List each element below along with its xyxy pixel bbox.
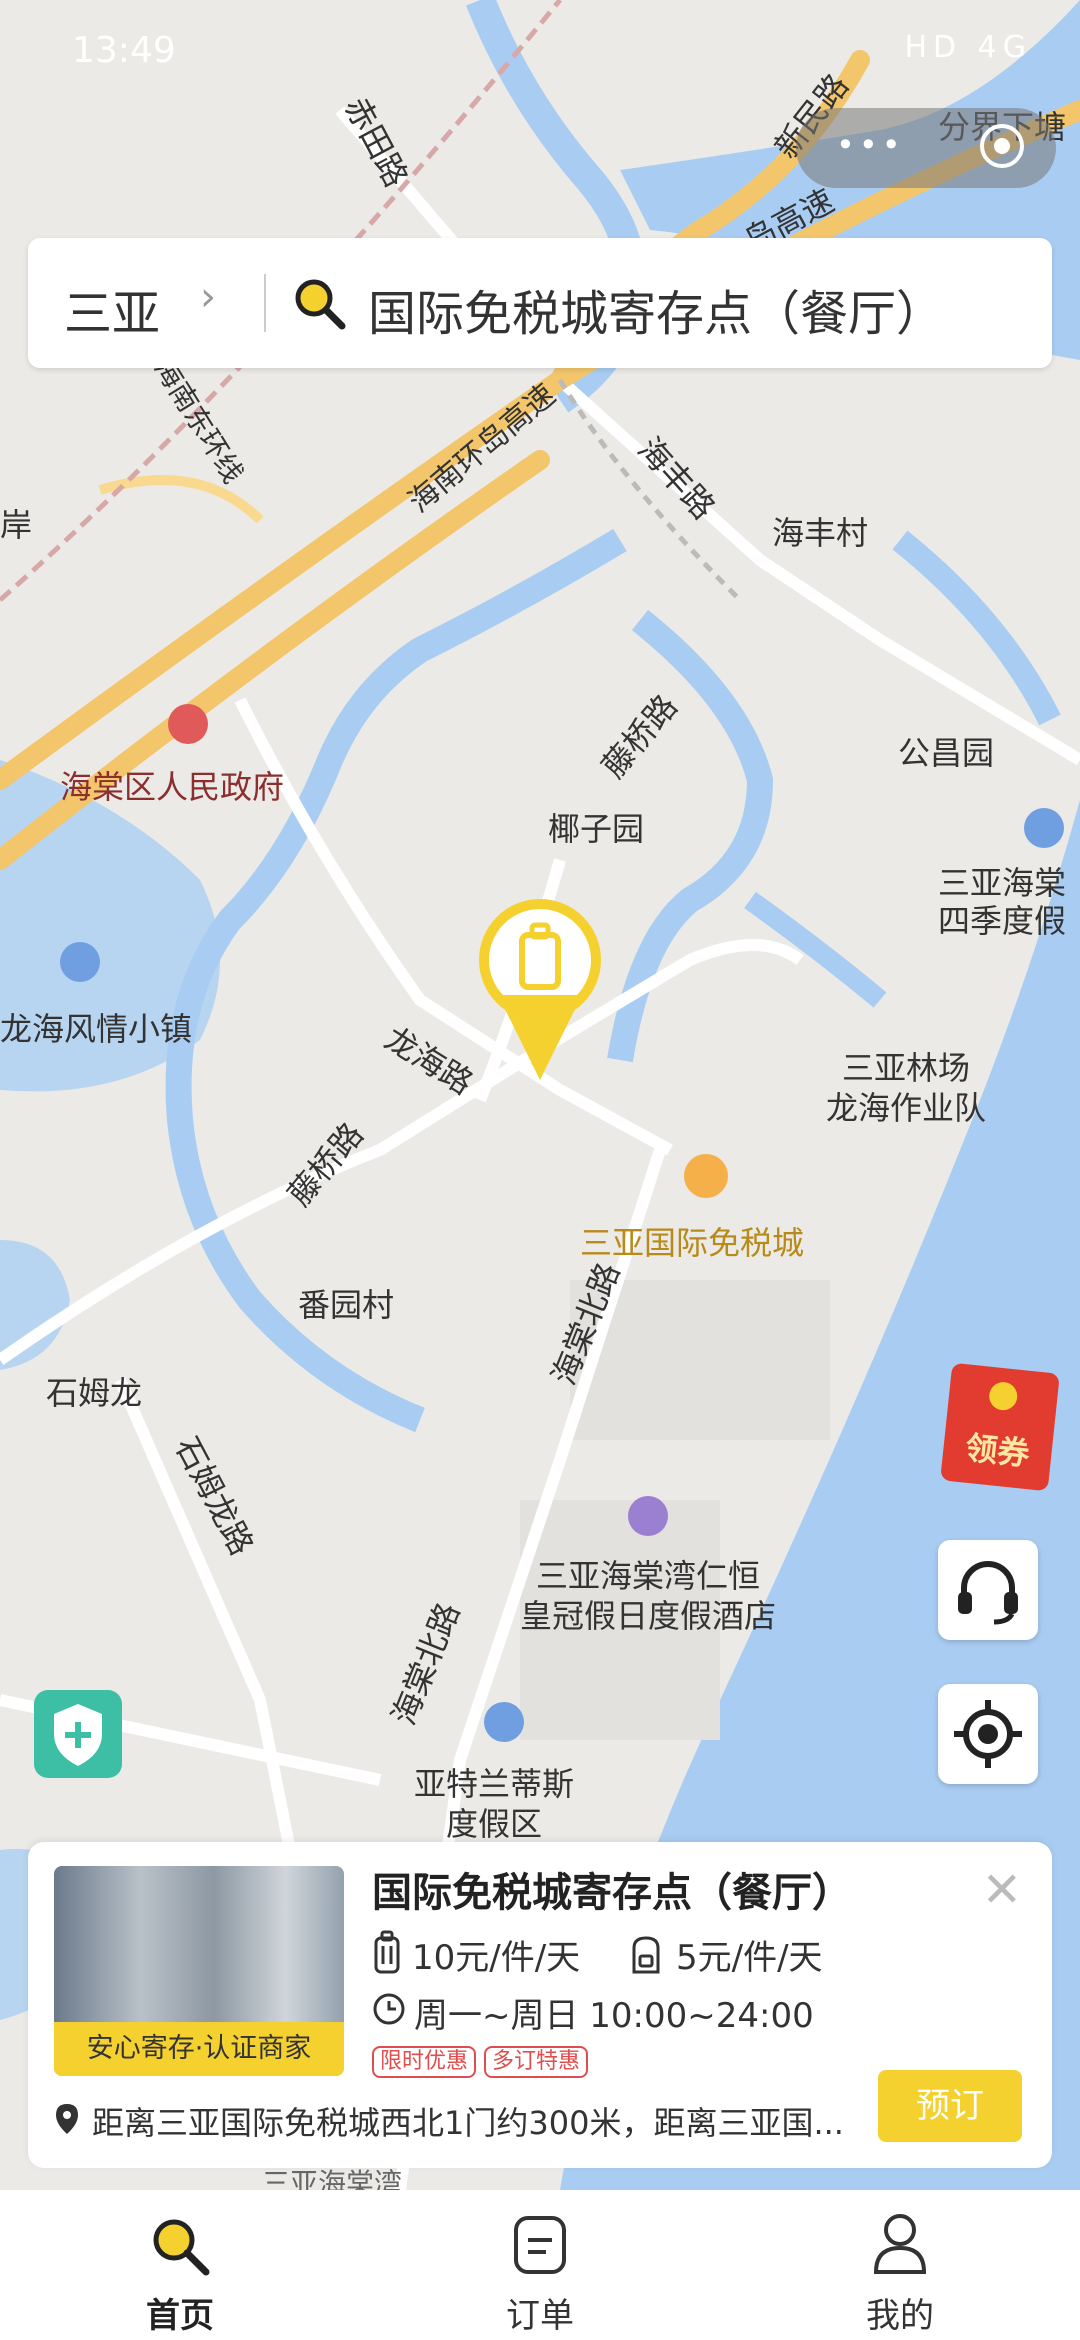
- town-poi-icon: [60, 942, 100, 982]
- search-divider: [264, 274, 266, 332]
- hotel-poi-icon: [628, 1496, 668, 1536]
- store-card[interactable]: 安心寄存·认证商家 国际免税城寄存点（餐厅） ✕ 10元/件/天 5元/件/天 …: [28, 1842, 1052, 2168]
- status-indicators: HD 4G: [904, 30, 1032, 65]
- label-an: 岸: [0, 506, 33, 544]
- tab-home[interactable]: 首页: [80, 2190, 280, 2340]
- locate-icon: [954, 1700, 1022, 1768]
- label-longhai-town: 龙海风情小镇: [0, 1010, 193, 1048]
- tab-mine[interactable]: 我的: [800, 2190, 1000, 2340]
- backpack-icon: [632, 1936, 660, 1974]
- chevron-right-icon[interactable]: ›: [200, 274, 216, 320]
- search-bar[interactable]: 三亚 › 国际免税城寄存点（餐厅）: [28, 238, 1052, 368]
- bottom-tab-bar: 首页 订单 我的: [0, 2190, 1080, 2340]
- tab-home-label: 首页: [146, 2296, 214, 2336]
- status-bar: 13:49 HD 4G: [0, 0, 1080, 100]
- safety-shield-button[interactable]: [34, 1690, 122, 1778]
- search-icon[interactable]: [290, 274, 350, 334]
- shopping-poi-icon: [684, 1154, 728, 1198]
- order-icon: [514, 2216, 566, 2274]
- price-bag: 5元/件/天: [676, 1938, 823, 1978]
- tag-multi-order: 多订特惠: [484, 2046, 589, 2078]
- label-fanyuan-village: 番园村: [298, 1286, 395, 1324]
- label-shimulong: 石姆龙: [46, 1374, 143, 1412]
- tab-orders[interactable]: 订单: [440, 2190, 640, 2340]
- headset-icon: [958, 1561, 1018, 1625]
- label-sanya-forest-team: 三亚林场 龙海作业队: [826, 1049, 987, 1127]
- locate-button[interactable]: [938, 1684, 1038, 1784]
- more-icon[interactable]: •••: [836, 126, 905, 164]
- label-four-seasons: 三亚海棠 四季度假: [938, 864, 1067, 940]
- coupon-label: 领券: [963, 1428, 1032, 1474]
- label-haitang-government: 海棠区人民政府: [60, 768, 285, 806]
- label-duty-free-city: 三亚国际免税城: [580, 1224, 805, 1262]
- search-icon: [153, 2219, 210, 2276]
- store-address: 距离三亚国际免税城西北1门约300米，距离三亚国...: [92, 2104, 844, 2142]
- tab-orders-label: 订单: [506, 2296, 574, 2336]
- status-time: 13:49: [72, 30, 176, 71]
- label-crowne-plaza: 三亚海棠湾仁恒 皇冠假日度假酒店: [520, 1557, 777, 1635]
- city-selector[interactable]: 三亚: [64, 274, 160, 344]
- location-pin-icon: [56, 2104, 78, 2134]
- certified-badge: 安心寄存·认证商家: [54, 2022, 344, 2076]
- coupon-button[interactable]: 领券: [940, 1362, 1060, 1492]
- clock-icon: [373, 1993, 405, 2025]
- government-poi-icon: [168, 704, 208, 744]
- customer-service-button[interactable]: [938, 1540, 1038, 1640]
- label-yezi-garden: 椰子园: [548, 810, 645, 848]
- miniprogram-capsule[interactable]: •••: [796, 108, 1056, 188]
- tag-limited-offer: 限时优惠: [372, 2046, 477, 2078]
- shield-icon: [54, 1704, 102, 1766]
- user-icon: [873, 2214, 927, 2274]
- store-name: 国际免税城寄存点（餐厅）: [372, 1870, 852, 1916]
- label-gongchang-garden: 公昌园: [898, 734, 995, 772]
- search-query[interactable]: 国际免税城寄存点（餐厅）: [368, 274, 944, 344]
- business-hours: 周一~周日 10:00~24:00: [414, 1996, 814, 2036]
- tab-mine-label: 我的: [866, 2296, 934, 2336]
- luggage-icon: [374, 1930, 400, 1974]
- label-haifeng-village: 海丰村: [772, 514, 869, 552]
- book-button[interactable]: 预订: [878, 2070, 1022, 2142]
- label-atlantis: 亚特兰蒂斯 度假区: [414, 1765, 575, 1843]
- close-miniprogram-icon[interactable]: [980, 124, 1024, 168]
- coupon-icon: [987, 1380, 1019, 1412]
- close-icon[interactable]: ✕: [982, 1862, 1022, 1918]
- resort-poi-icon: [484, 1702, 524, 1742]
- store-photo[interactable]: 安心寄存·认证商家: [54, 1866, 344, 2076]
- price-luggage: 10元/件/天: [412, 1938, 581, 1978]
- four-seasons-poi-icon: [1024, 808, 1064, 848]
